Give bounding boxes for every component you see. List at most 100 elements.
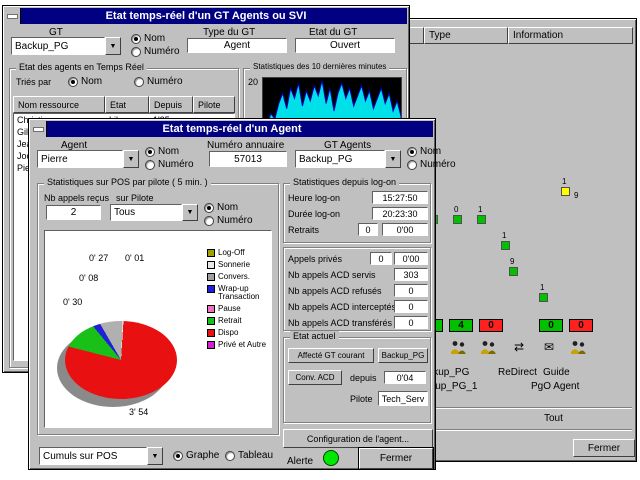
annuaire-value: 57013 bbox=[209, 151, 287, 167]
pie-legend: Log-Off Sonnerie Convers. Wrap-up Transacti… bbox=[207, 249, 269, 349]
retraits-count: 0 bbox=[358, 223, 378, 236]
pos-group-label: Statistiques sur POS par pilote ( 5 min.… bbox=[44, 177, 211, 187]
radio-dot bbox=[204, 216, 214, 226]
radio-dot bbox=[173, 451, 183, 461]
pilote-numero-radio[interactable]: Numéro bbox=[204, 215, 253, 226]
pie-annotation: 3' 54 bbox=[129, 407, 148, 417]
gt-agents-select[interactable]: Backup_PG ▼ bbox=[295, 150, 401, 168]
pie-annotation: 0' 01 bbox=[125, 253, 144, 263]
radio-dot bbox=[225, 451, 235, 461]
legend-item: Dispo bbox=[207, 329, 269, 337]
appels-prives-duration: 0'00 bbox=[394, 252, 428, 265]
acd-transferes-label: Nb appels ACD transférés bbox=[288, 318, 392, 328]
cumuls-select[interactable]: Cumuls sur POS ▼ bbox=[39, 447, 163, 465]
alerte-label: Alerte bbox=[287, 456, 313, 467]
configuration-agent-button[interactable]: Configuration de l'agent... bbox=[283, 429, 433, 448]
legend-color-swatch bbox=[207, 285, 215, 293]
appels-prives-count: 0 bbox=[370, 252, 392, 265]
dropdown-arrow-icon[interactable]: ▼ bbox=[123, 150, 139, 168]
duree-logon-value: 20:23:30 bbox=[372, 207, 428, 220]
sur-pilote-label: sur Pilote bbox=[116, 193, 154, 203]
heure-logon-value: 15:27:50 bbox=[372, 191, 428, 204]
etat-actuel-label: Etat actuel bbox=[290, 331, 339, 341]
col-etat[interactable]: Etat bbox=[105, 96, 149, 113]
legend-label: Wrap-up Transaction bbox=[218, 285, 269, 301]
gt-agents-nom-radio[interactable]: Nom bbox=[407, 146, 441, 157]
agents-icon[interactable] bbox=[479, 339, 499, 355]
gt-titlebar[interactable]: Etat temps-réel d'un GT Agents ou SVI bbox=[5, 8, 407, 24]
system-menu-icon[interactable] bbox=[31, 121, 47, 137]
guide-icon[interactable]: ✉ bbox=[539, 339, 559, 355]
system-menu-icon[interactable] bbox=[5, 8, 21, 24]
conv-acd-button[interactable]: Conv. ACD bbox=[288, 370, 342, 385]
logon-group-label: Statistiques depuis log-on bbox=[290, 177, 399, 187]
legend-label: Log-Off bbox=[218, 249, 245, 257]
agents-icon[interactable] bbox=[449, 339, 469, 355]
col-nom-ressource[interactable]: Nom ressource bbox=[13, 96, 105, 113]
pilote-select[interactable]: Tous ▼ bbox=[110, 204, 198, 221]
legend-label: Pause bbox=[218, 305, 241, 313]
radio-dot bbox=[204, 203, 214, 213]
agent-nom-radio[interactable]: Nom bbox=[145, 146, 179, 157]
dropdown-arrow-icon[interactable]: ▼ bbox=[385, 150, 401, 168]
window-agent-realtime: Etat temps-réel d'un Agent Agent Pierre … bbox=[28, 118, 436, 470]
legend-label: Convers. bbox=[218, 273, 250, 281]
pilote-actuel-value: Tech_Serv bbox=[378, 391, 428, 406]
sort-nom-radio[interactable]: Nom bbox=[68, 76, 102, 87]
screen: Type Information 19101191 14000⇄✉ Backup… bbox=[0, 0, 640, 480]
dropdown-arrow-icon[interactable]: ▼ bbox=[105, 37, 121, 55]
agents-table-header: Nom ressource Etat Depuis Pilote bbox=[13, 96, 235, 113]
group-label-redirect: ReDirect bbox=[498, 367, 537, 378]
annuaire-label: Numéro annuaire bbox=[207, 140, 284, 151]
gt-numero-radio[interactable]: Numéro bbox=[131, 46, 180, 57]
graphe-radio[interactable]: Graphe bbox=[173, 450, 219, 461]
sort-numero-radio[interactable]: Numéro bbox=[134, 76, 183, 87]
affecte-gt-courant-button[interactable]: Affecté GT courant bbox=[288, 348, 374, 363]
nb-recus-value: 2 bbox=[46, 205, 101, 220]
depuis-label: depuis bbox=[350, 373, 377, 383]
legend-color-swatch bbox=[207, 261, 215, 269]
acd-refuses-label: Nb appels ACD refusés bbox=[288, 286, 382, 296]
duree-logon-label: Durée log-on bbox=[288, 209, 340, 219]
gt-select[interactable]: Backup_PG ▼ bbox=[11, 37, 121, 55]
fermer-button-agent[interactable]: Fermer bbox=[359, 448, 433, 469]
agents-icon[interactable] bbox=[569, 339, 589, 355]
agent-state-pie-chart bbox=[65, 321, 177, 399]
gt-nom-radio[interactable]: Nom bbox=[131, 33, 165, 44]
legend-color-swatch bbox=[207, 329, 215, 337]
heure-logon-label: Heure log-on bbox=[288, 193, 340, 203]
legend-color-swatch bbox=[207, 305, 215, 313]
type-du-gt-label: Type du GT bbox=[203, 27, 255, 38]
appels-prives-label: Appels privés bbox=[288, 254, 342, 264]
legend-item: Convers. bbox=[207, 273, 269, 281]
pie-annotation: 0' 08 bbox=[79, 273, 98, 283]
legend-color-swatch bbox=[207, 249, 215, 257]
acd-interceptes-value: 0 bbox=[394, 300, 428, 313]
legend-item: Sonnerie bbox=[207, 261, 269, 269]
type-du-gt-value: Agent bbox=[187, 38, 287, 53]
legend-item: Pause bbox=[207, 305, 269, 313]
agent-titlebar[interactable]: Etat temps-réel d'un Agent bbox=[31, 121, 433, 137]
pilote-nom-radio[interactable]: Nom bbox=[204, 202, 238, 213]
radio-dot bbox=[131, 34, 141, 44]
col-depuis[interactable]: Depuis bbox=[149, 96, 193, 113]
dropdown-arrow-icon[interactable]: ▼ bbox=[182, 204, 198, 221]
agent-numero-radio[interactable]: Numéro bbox=[145, 159, 194, 170]
gt-window-title: Etat temps-réel d'un GT Agents ou SVI bbox=[106, 10, 307, 22]
queue-status-box[interactable]: 4 bbox=[449, 319, 473, 332]
tableau-radio[interactable]: Tableau bbox=[225, 450, 273, 461]
fermer-button-back[interactable]: Fermer bbox=[573, 439, 635, 457]
agent-select[interactable]: Pierre ▼ bbox=[37, 150, 139, 168]
legend-label: Sonnerie bbox=[218, 261, 250, 269]
legend-label: Retrait bbox=[218, 317, 242, 325]
dropdown-arrow-icon[interactable]: ▼ bbox=[147, 447, 163, 465]
col-pilote[interactable]: Pilote bbox=[193, 96, 235, 113]
queue-status-box[interactable]: 0 bbox=[539, 319, 563, 332]
queue-status-box[interactable]: 0 bbox=[479, 319, 503, 332]
acd-servis-label: Nb appels ACD servis bbox=[288, 270, 376, 280]
queue-status-box[interactable]: 0 bbox=[569, 319, 593, 332]
gt-agents-numero-radio[interactable]: Numéro bbox=[407, 159, 456, 170]
backup-pg-button[interactable]: Backup_PG bbox=[378, 348, 428, 363]
redirect-icon[interactable]: ⇄ bbox=[509, 339, 529, 355]
pie-chart-panel: 0' 27 0' 01 0' 08 0' 30 3' 54 Log-OffSon… bbox=[44, 230, 272, 428]
